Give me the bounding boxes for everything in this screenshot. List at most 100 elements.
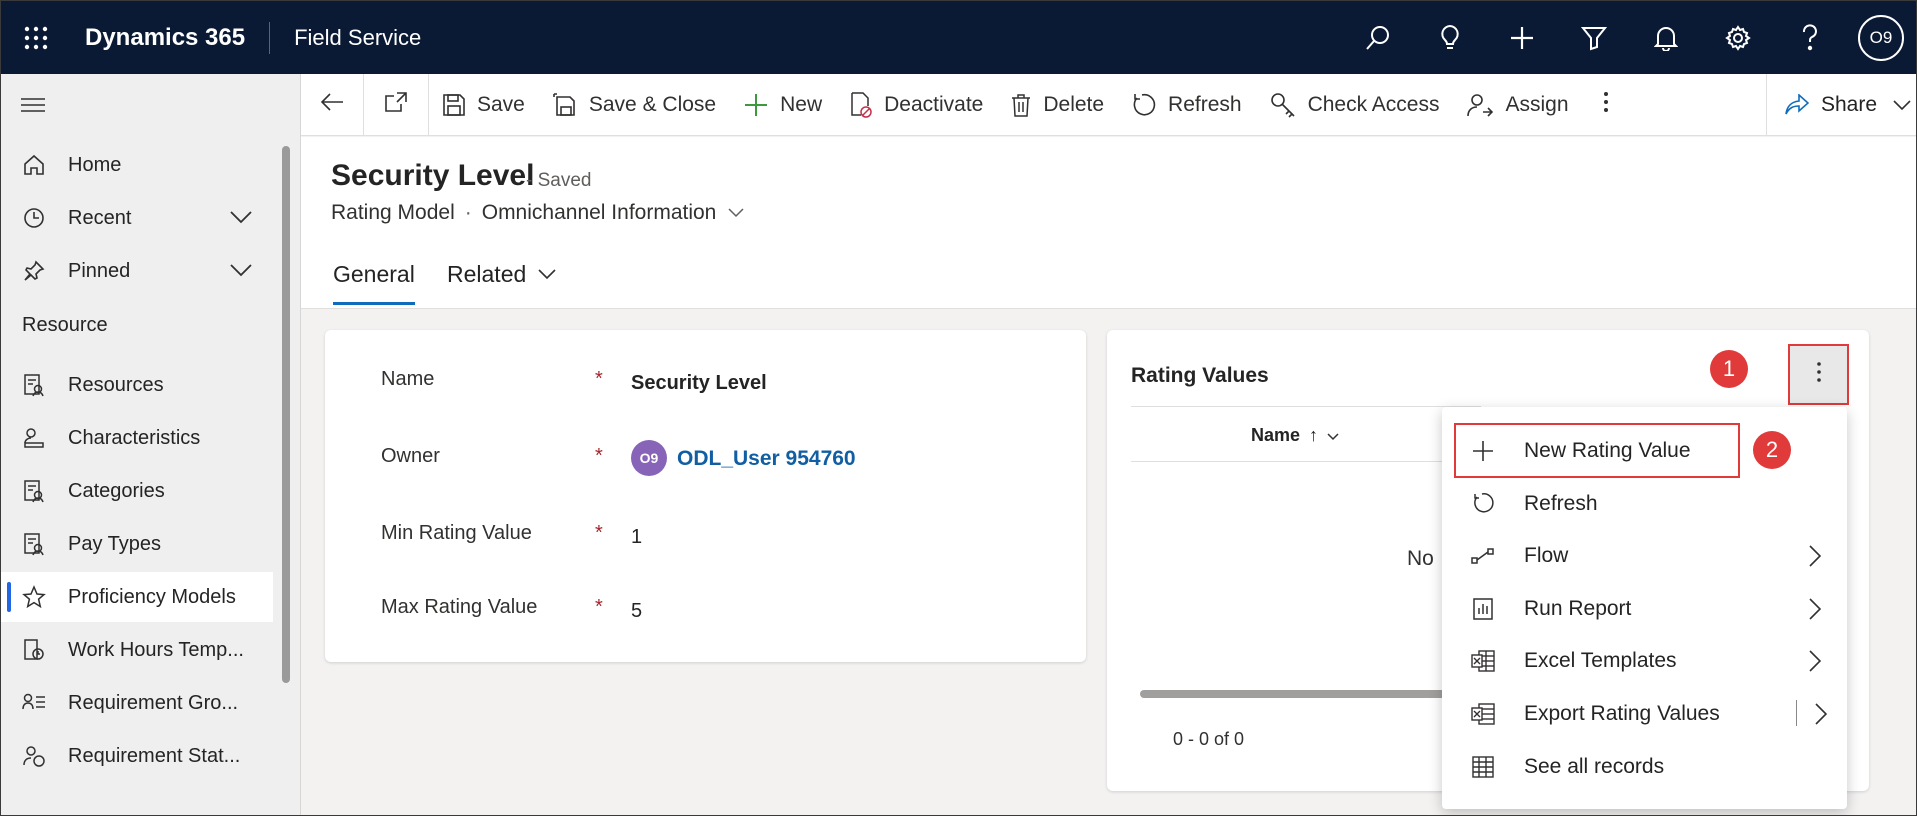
tab-related-label: Related: [447, 261, 527, 287]
refresh-icon: [1468, 493, 1498, 515]
details-section: Name * Security Level Owner * O9 ODL_Use…: [325, 330, 1086, 662]
chevron-down-icon: [538, 269, 556, 279]
owner-link[interactable]: ODL_User 954760: [677, 447, 856, 471]
nav-item-resources[interactable]: Resources: [1, 360, 273, 410]
menu-item-excel-templates[interactable]: Excel Templates: [1442, 635, 1847, 687]
nav-section-title: Resource: [22, 314, 108, 336]
grid-pager: 0 - 0 of 0: [1173, 729, 1245, 749]
save-close-label: Save & Close: [588, 92, 717, 116]
max-rating-field[interactable]: 5: [631, 600, 642, 623]
record-header: Security Level - Saved Rating Model · Om…: [301, 137, 1916, 309]
form-selector[interactable]: Omnichannel Information: [482, 201, 717, 225]
trash-icon: [1011, 93, 1031, 117]
chevron-right-icon[interactable]: [1815, 703, 1828, 731]
nav-item-proficiency-models[interactable]: Proficiency Models: [1, 572, 273, 622]
clock-icon: [21, 207, 47, 229]
top-icons: O9: [1342, 1, 1916, 74]
nav-item-requirement-statuses[interactable]: Requirement Stat...: [1, 731, 273, 781]
field-label-name: Name: [381, 368, 435, 390]
menu-item-see-all-records[interactable]: See all records: [1442, 741, 1847, 793]
tab-general[interactable]: General: [333, 261, 415, 305]
assign-button[interactable]: Assign: [1453, 74, 1582, 136]
app-window: Dynamics 365 Field Service O9 Home Recen…: [0, 0, 1917, 816]
empty-grid-message: No: [1407, 547, 1434, 570]
popout-icon: [385, 91, 407, 118]
nav-item-label: Pay Types: [68, 532, 162, 555]
required-indicator: *: [595, 368, 603, 390]
nav-item-pinned[interactable]: Pinned: [1, 246, 273, 296]
user-avatar[interactable]: O9: [1858, 14, 1904, 61]
resources-icon: [21, 373, 47, 397]
help-icon[interactable]: [1774, 1, 1846, 74]
plus-icon: [744, 93, 768, 117]
back-button[interactable]: [301, 74, 363, 136]
more-commands-button[interactable]: [1583, 74, 1629, 136]
required-indicator: *: [595, 522, 603, 544]
nav-item-label: Requirement Gro...: [68, 691, 239, 714]
nav-scrollbar[interactable]: [282, 146, 290, 683]
menu-item-run-report[interactable]: Run Report: [1442, 583, 1847, 635]
menu-item-new-rating-value[interactable]: New Rating Value: [1442, 425, 1847, 477]
characteristics-icon: [21, 427, 47, 449]
column-name-label: Name: [1251, 425, 1301, 445]
chevron-down-icon: [1327, 433, 1339, 441]
report-icon: [1468, 598, 1498, 620]
nav-item-characteristics[interactable]: Characteristics: [1, 413, 273, 463]
menu-item-flow[interactable]: Flow: [1442, 530, 1847, 582]
gear-icon[interactable]: [1702, 1, 1774, 74]
pay-types-icon: [21, 532, 47, 556]
save-close-button[interactable]: Save & Close: [539, 74, 730, 136]
hamburger-icon[interactable]: [21, 96, 45, 119]
split-divider: [1796, 700, 1797, 726]
menu-item-label: See all records: [1524, 755, 1665, 778]
menu-item-label: Run Report: [1524, 597, 1632, 620]
nav-item-categories[interactable]: Categories: [1, 466, 273, 516]
deactivate-label: Deactivate: [884, 92, 984, 116]
delete-button[interactable]: Delete: [997, 74, 1118, 136]
subgrid-more-button[interactable]: [1788, 344, 1849, 405]
menu-item-label: Flow: [1524, 544, 1569, 567]
nav-item-home[interactable]: Home: [1, 140, 273, 190]
new-label: New: [780, 92, 823, 116]
chevron-down-icon[interactable]: [728, 208, 744, 218]
nav-item-recent[interactable]: Recent: [1, 193, 273, 243]
open-in-new-window-button[interactable]: [364, 74, 428, 136]
filter-icon[interactable]: [1558, 1, 1630, 74]
menu-item-refresh[interactable]: Refresh: [1442, 478, 1847, 530]
nav-item-requirement-groups[interactable]: Requirement Gro...: [1, 678, 273, 728]
share-button[interactable]: Share: [1766, 74, 1916, 136]
min-rating-field[interactable]: 1: [631, 526, 642, 549]
nav-item-label: Pinned: [68, 259, 131, 282]
chevron-down-icon[interactable]: [229, 207, 253, 230]
app-name[interactable]: Dynamics 365: [71, 21, 271, 54]
nav-item-label: Categories: [68, 479, 165, 502]
check-access-button[interactable]: Check Access: [1256, 74, 1454, 136]
tab-related[interactable]: Related: [447, 261, 556, 305]
subgrid-overflow-menu: 2 New Rating Value Refresh Flow Run Repo…: [1442, 407, 1847, 809]
app-launcher-icon[interactable]: [1, 1, 71, 74]
new-button[interactable]: New: [730, 74, 836, 136]
deactivate-button[interactable]: Deactivate: [836, 74, 997, 136]
assign-icon: [1467, 93, 1494, 117]
refresh-button[interactable]: Refresh: [1118, 74, 1256, 136]
nav-item-work-hours-templates[interactable]: Work Hours Temp...: [1, 625, 273, 675]
module-name[interactable]: Field Service: [270, 25, 421, 51]
requirement-status-icon: [21, 745, 47, 767]
bell-icon[interactable]: [1630, 1, 1702, 74]
plus-icon[interactable]: [1486, 1, 1558, 74]
share-icon: [1785, 94, 1809, 116]
site-map: Home Recent Pinned Resource Resources Ch…: [1, 74, 301, 815]
field-label-min-rating: Min Rating Value: [381, 522, 532, 544]
menu-item-export-rating-values[interactable]: Export Rating Values: [1442, 688, 1847, 740]
key-icon: [1270, 92, 1296, 118]
chevron-down-icon[interactable]: [229, 260, 253, 283]
search-icon[interactable]: [1342, 1, 1414, 74]
nav-item-label: Characteristics: [68, 426, 201, 449]
lightbulb-icon[interactable]: [1414, 1, 1486, 74]
nav-item-pay-types[interactable]: Pay Types: [1, 519, 273, 569]
save-button[interactable]: Save: [429, 74, 539, 136]
name-field[interactable]: Security Level: [631, 372, 767, 395]
excel-icon: [1468, 650, 1498, 672]
column-header-name[interactable]: Name ↑: [1251, 425, 1339, 446]
grid-horizontal-scrollbar[interactable]: [1140, 690, 1460, 698]
